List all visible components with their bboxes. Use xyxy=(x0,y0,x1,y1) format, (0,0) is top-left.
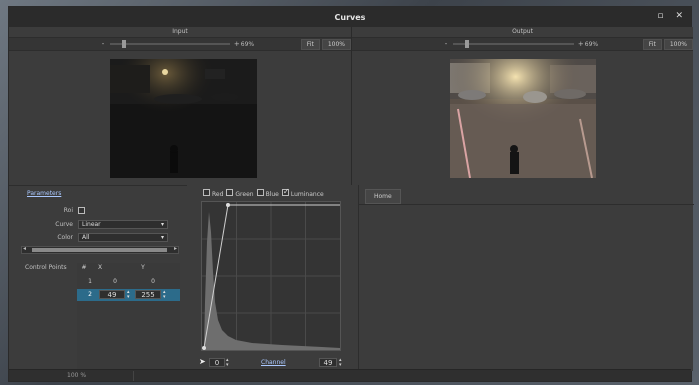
scroll-right-icon[interactable]: ▸ xyxy=(174,245,177,252)
channel-max-value: 49 xyxy=(323,358,333,367)
row-y: 0 xyxy=(151,278,155,285)
row-x: 0 xyxy=(113,278,117,285)
luminance-label: Luminance xyxy=(290,191,324,198)
input-zoom-in-button[interactable]: + xyxy=(233,40,241,48)
channel-min-spinbox[interactable]: 0 xyxy=(209,358,225,367)
output-header: Output xyxy=(512,28,533,35)
home-panel: Home xyxy=(358,185,694,371)
x-value: 49 xyxy=(107,290,117,299)
scroll-left-icon[interactable]: ◂ xyxy=(23,245,26,252)
input-zoom-out-button[interactable]: - xyxy=(99,40,107,48)
channel-luminance-option[interactable]: Luminance xyxy=(281,187,324,198)
chevron-down-icon: ▾ xyxy=(160,234,164,241)
green-checkbox[interactable] xyxy=(226,189,234,196)
tab-home[interactable]: Home xyxy=(365,189,401,204)
input-image xyxy=(110,59,257,178)
pane-divider xyxy=(351,27,352,185)
output-fit-button[interactable]: Fit xyxy=(642,38,662,50)
luminance-histogram xyxy=(204,212,340,350)
table-header-number: # xyxy=(81,264,87,271)
row-number: 2 xyxy=(88,291,92,298)
curves-window: Curves ▫ ✕ Input - + 69% Fit 100% Output… xyxy=(8,6,694,382)
y-value: 255 xyxy=(141,290,155,299)
curve-graph[interactable] xyxy=(201,201,341,351)
channel-blue-option[interactable]: Blue xyxy=(256,189,279,198)
graph-bottom-bar: ➤ 0 ▴ ▾ Channel 49 ▴ ▾ xyxy=(197,357,352,369)
y-value-spinbox[interactable]: 255 xyxy=(135,290,161,299)
window-title: Curves xyxy=(334,12,366,22)
output-pane: Output - + 69% Fit 100% xyxy=(352,27,693,185)
control-points-table: # X Y 1 0 0 2 49 ▴ ▾ 255 ▴ ▾ xyxy=(77,263,180,370)
curve-row: Curve Linear ▾ xyxy=(39,220,168,229)
spin-arrows-icon[interactable]: ▴ ▾ xyxy=(339,358,342,368)
output-100-button[interactable]: 100% xyxy=(663,38,693,50)
parameters-link[interactable]: Parameters xyxy=(27,190,61,197)
red-label: Red xyxy=(212,191,224,198)
table-row-selected[interactable]: 2 49 ▴ ▾ 255 ▴ ▾ xyxy=(77,289,180,301)
green-label: Green xyxy=(235,191,254,198)
color-label: Color xyxy=(57,234,73,241)
output-zoom-out-button[interactable]: - xyxy=(442,40,450,48)
table-row[interactable]: 1 0 0 xyxy=(77,277,180,287)
parameters-panel: Parameters Roi Curve Linear ▾ Color All … xyxy=(9,185,187,371)
graph-grid xyxy=(202,202,340,350)
color-row: Color All ▾ xyxy=(39,233,168,242)
input-100-button[interactable]: 100% xyxy=(321,38,351,50)
input-zoom-bar: - + 69% Fit 100% xyxy=(9,37,351,51)
output-zoom-bar: - + 69% Fit 100% xyxy=(352,37,693,51)
output-zoom-in-button[interactable]: + xyxy=(577,40,585,48)
channel-checkboxes: Red Green Blue Luminance xyxy=(203,187,324,198)
home-tab-underline xyxy=(359,204,694,205)
input-zoom-value: 69% xyxy=(240,40,255,48)
channel-red-option[interactable]: Red xyxy=(203,189,223,198)
input-pane: Input - + 69% Fit 100% xyxy=(9,27,351,185)
color-dropdown-value: All xyxy=(82,234,90,241)
title-bar: Curves ▫ ✕ xyxy=(9,7,691,27)
roi-checkbox[interactable] xyxy=(78,207,85,214)
output-zoom-slider-handle[interactable] xyxy=(465,40,469,48)
input-fit-button[interactable]: Fit xyxy=(300,38,320,50)
spin-arrows-icon[interactable]: ▴ ▾ xyxy=(163,290,166,300)
blue-checkbox[interactable] xyxy=(256,189,264,196)
status-bar: 100 % xyxy=(9,369,691,381)
channel-max-spinbox[interactable]: 49 xyxy=(319,358,337,367)
input-header: Input xyxy=(172,28,188,35)
table-header-y: Y xyxy=(141,264,145,271)
status-zoom: 100 % xyxy=(67,372,87,379)
input-zoom-slider-handle[interactable] xyxy=(122,40,126,48)
curve-dropdown-value: Linear xyxy=(82,221,101,228)
x-value-spinbox[interactable]: 49 xyxy=(99,290,125,299)
roi-row: Roi xyxy=(49,207,85,214)
table-header-x: X xyxy=(97,264,103,271)
horizontal-scrollbar[interactable]: ◂ ▸ xyxy=(21,245,179,254)
color-dropdown[interactable]: All ▾ xyxy=(78,233,168,242)
control-points-label: Control Points xyxy=(25,264,67,271)
curve-dropdown[interactable]: Linear ▾ xyxy=(78,220,168,229)
curve-label: Curve xyxy=(55,221,73,228)
luminance-checkbox[interactable] xyxy=(281,187,290,196)
scrollbar-thumb[interactable] xyxy=(32,248,167,252)
close-icon[interactable]: ✕ xyxy=(675,11,683,22)
roi-label: Roi xyxy=(63,207,73,214)
spin-arrows-icon[interactable]: ▴ ▾ xyxy=(226,358,229,368)
input-zoom-slider[interactable] xyxy=(110,40,230,48)
chevron-down-icon: ▾ xyxy=(160,221,164,228)
spin-arrows-icon[interactable]: ▴ ▾ xyxy=(127,290,130,300)
maximize-icon[interactable]: ▫ xyxy=(657,11,663,22)
curve-panel: Red Green Blue Luminance xyxy=(189,185,356,371)
output-zoom-slider[interactable] xyxy=(453,40,574,48)
cursor-icon: ➤ xyxy=(199,357,206,366)
status-divider xyxy=(133,371,134,381)
red-checkbox[interactable] xyxy=(203,189,210,196)
row-number: 1 xyxy=(88,278,92,285)
output-zoom-value: 69% xyxy=(584,40,599,48)
blue-label: Blue xyxy=(265,191,279,198)
channel-green-option[interactable]: Green xyxy=(226,189,254,198)
channel-link[interactable]: Channel xyxy=(261,359,286,366)
control-point-1[interactable] xyxy=(202,346,206,350)
output-image xyxy=(450,59,596,178)
channel-min-value: 0 xyxy=(214,358,220,367)
control-point-2[interactable] xyxy=(226,203,230,207)
